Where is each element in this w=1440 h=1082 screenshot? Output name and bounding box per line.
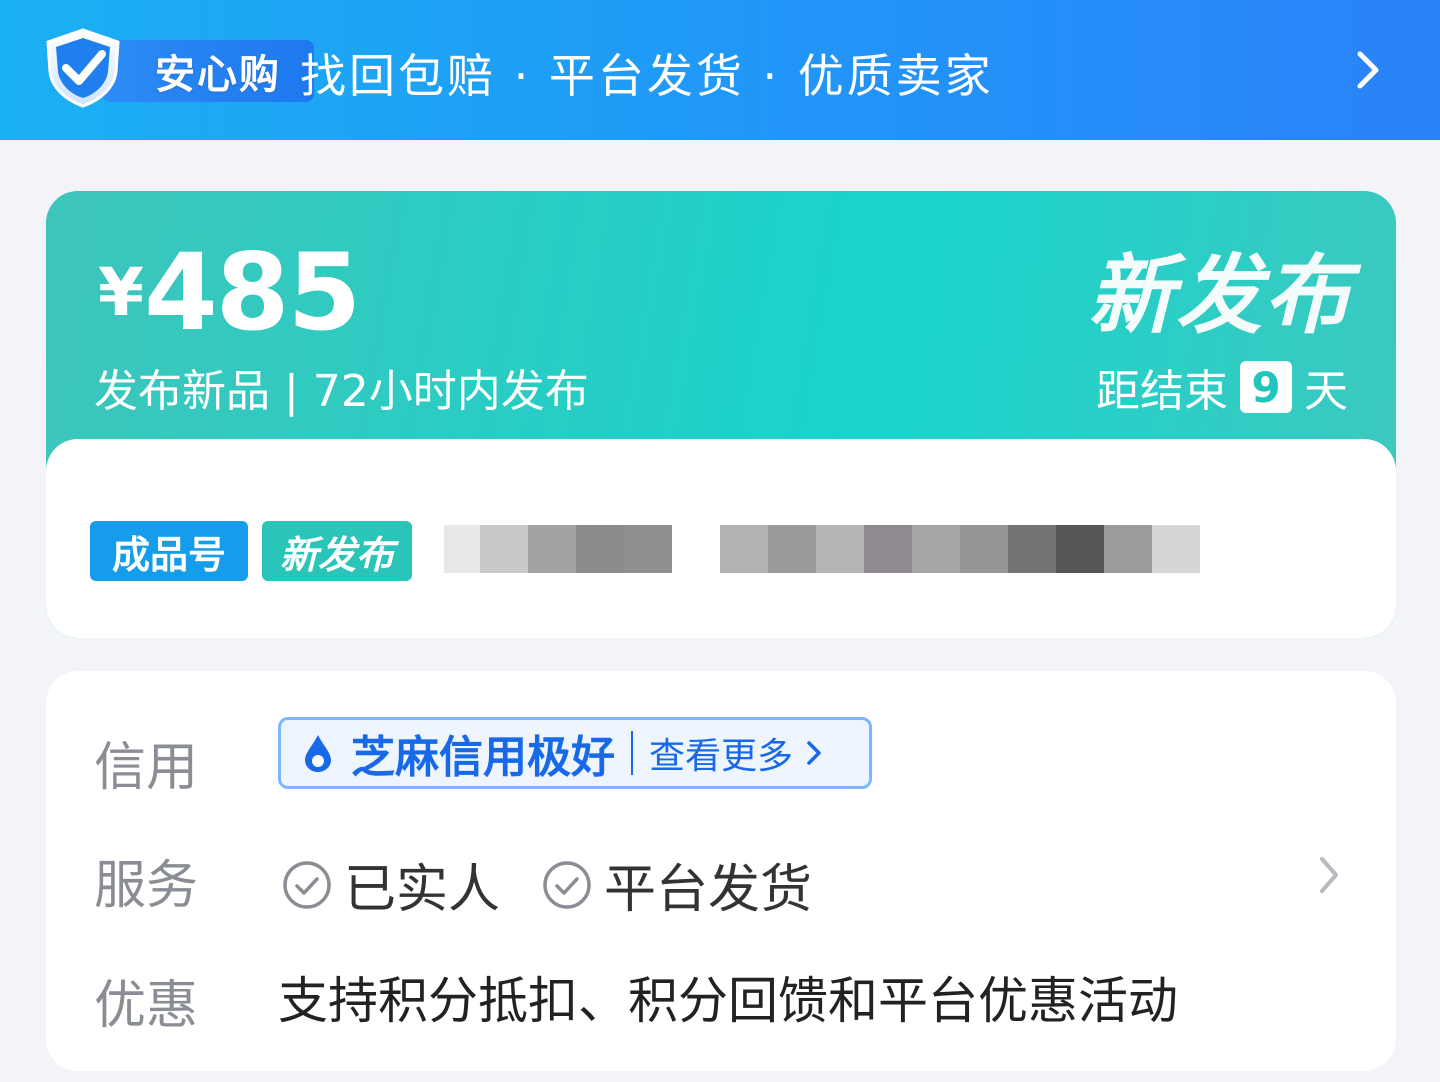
promo-text: 支持积分抵扣、积分回馈和平台优惠活动 [278, 972, 1178, 1030]
logo-text: 安心购 [155, 52, 281, 98]
credit-separator [631, 731, 633, 775]
anxingou-logo: 安心购 [44, 28, 314, 108]
banner-slogan: 找回包赔 · 平台发货 · 优质卖家 [300, 49, 994, 103]
countdown: 距结束 9 天 [1096, 355, 1348, 419]
check-circle-icon [543, 860, 591, 909]
chevron-right-icon [807, 741, 821, 765]
service-platform-shipping-label: 平台发货 [604, 860, 813, 920]
check-circle-icon [283, 860, 331, 909]
countdown-days: 9 [1240, 361, 1292, 413]
price-value: 485 [143, 231, 361, 354]
credit-value: 芝麻信用极好 [351, 732, 615, 783]
logo-pill: 安心购 [102, 40, 314, 102]
service-label: 服务 [94, 856, 199, 916]
countdown-suffix: 天 [1304, 366, 1348, 417]
tag-new-release: 新发布 [262, 521, 412, 581]
blurred-title-part-1 [444, 525, 672, 573]
shield-check-icon [46, 28, 120, 108]
top-banner[interactable]: 安心购 找回包赔 · 平台发货 · 优质卖家 [0, 0, 1440, 140]
service-verified-label: 已实人 [344, 860, 501, 920]
info-card: 信用 芝麻信用极好 查看更多 服务 已实人 平台发货 优惠 支持积分抵扣、积分回… [46, 671, 1396, 1071]
release-title: 新发布 [1088, 246, 1352, 346]
promo-label: 优惠 [94, 976, 199, 1036]
price: ¥485 [98, 231, 361, 354]
chevron-right-icon[interactable] [1316, 853, 1342, 897]
view-more-link[interactable]: 查看更多 [649, 727, 793, 779]
credit-badge[interactable]: 芝麻信用极好 查看更多 [278, 717, 872, 789]
release-subtitle: 发布新品 | 72小时内发布 [94, 366, 589, 417]
service-platform-shipping: 平台发货 [542, 847, 812, 922]
tag-finished-account: 成品号 [90, 521, 248, 581]
service-verified: 已实人 [282, 847, 500, 922]
release-card: ¥485 发布新品 | 72小时内发布 新发布 距结束 9 天 成品号 新发布 [46, 191, 1396, 638]
water-drop-icon [305, 735, 331, 772]
blurred-title-part-2 [720, 525, 1200, 573]
countdown-prefix: 距结束 [1096, 366, 1228, 417]
currency-symbol: ¥ [98, 254, 144, 331]
product-title-panel: 成品号 新发布 [46, 439, 1396, 638]
chevron-right-icon[interactable] [1348, 46, 1388, 94]
credit-label: 信用 [94, 738, 199, 798]
